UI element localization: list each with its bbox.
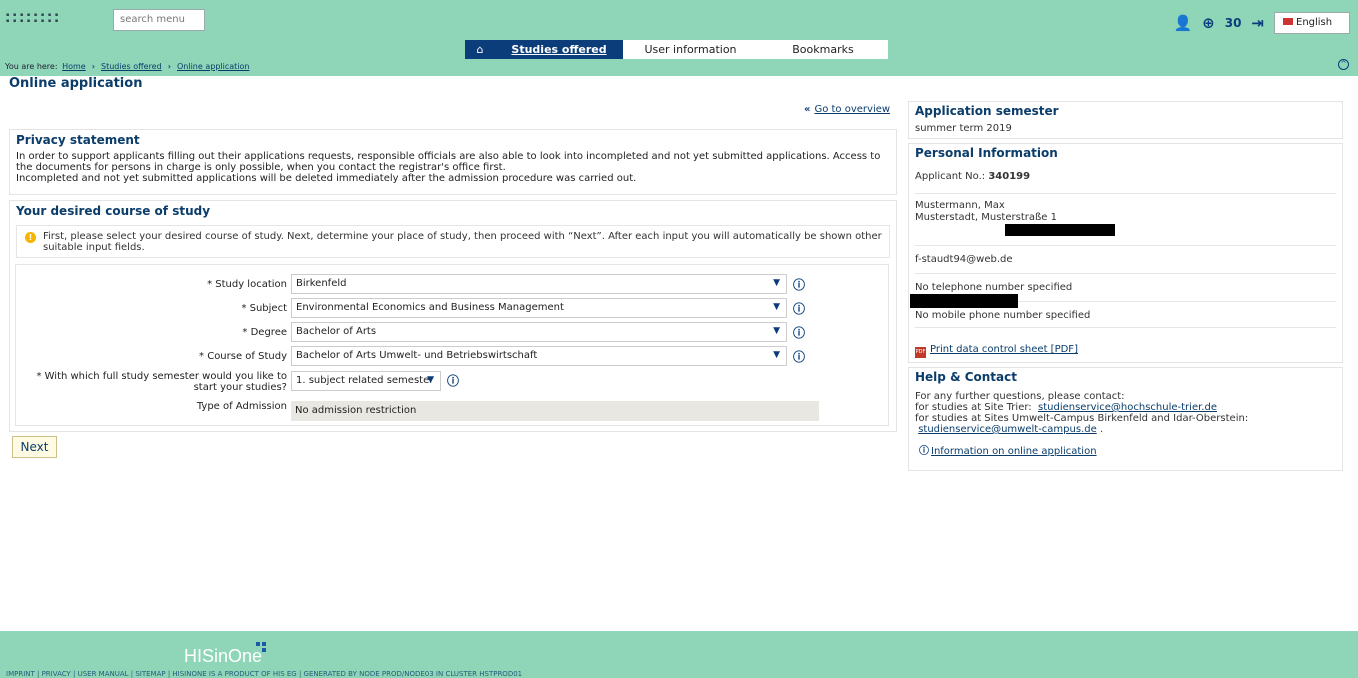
personal-information-panel: Personal Information Applicant No.: 3401…	[908, 143, 1343, 363]
pdf-icon: PDF	[915, 347, 926, 358]
help-text: For any further questions, please contac…	[915, 391, 1249, 435]
print-sheet-link[interactable]: PDF Print data control sheet [PDF]	[915, 328, 1336, 358]
breadcrumb-studies-offered[interactable]: Studies offered	[101, 62, 162, 71]
study-location-label: * Study location	[207, 278, 287, 290]
info-icon[interactable]: ⓘ	[793, 348, 805, 365]
degree-select[interactable]: Bachelor of Arts ▼	[291, 322, 787, 342]
privacy-title: Privacy statement	[16, 133, 140, 147]
application-semester-value: summer term 2019	[915, 123, 1012, 134]
application-semester-title: Application semester	[915, 104, 1059, 118]
breadcrumb: You are here: Home › Studies offered › Onlin…	[5, 62, 250, 71]
info-icon[interactable]: ⓘ	[793, 276, 805, 293]
university-logo[interactable]: ▪ ▪ ▪ ▪ ▪ ▪ ▪ ▪ ▪ ▪ ▪ ▪ ▪ ▪ ▪ ▪	[6, 12, 106, 34]
chevron-down-icon: ▼	[773, 302, 780, 312]
info-icon[interactable]: ⓘ	[793, 324, 805, 341]
points-count: 30	[1224, 16, 1242, 30]
subject-label: * Subject	[241, 302, 287, 314]
subject-select[interactable]: Environmental Economics and Business Man…	[291, 298, 787, 318]
semester-select[interactable]: 1. subject related semester ▼	[291, 371, 441, 391]
points-icon[interactable]: ⊕	[1202, 14, 1215, 32]
trier-email-link[interactable]: studienservice@hochschule-trier.de	[1038, 402, 1217, 413]
footer: HISinOne IMPRINT | PRIVACY | USER MANUAL…	[0, 631, 1358, 678]
personal-information-title: Personal Information	[915, 146, 1058, 160]
course-of-study-select[interactable]: Bachelor of Arts Umwelt- und Betriebswir…	[291, 346, 787, 366]
go-to-overview-link[interactable]: «Go to overview	[804, 104, 890, 115]
main-nav: ⌂ Studies offered User information Bookm…	[465, 40, 888, 59]
help-contact-panel: Help & Contact For any further questions…	[908, 367, 1343, 471]
chevron-right-icon: ›	[167, 62, 171, 71]
user-icon[interactable]: 👤	[1173, 14, 1192, 32]
mobile-block: No mobile phone number specified	[910, 294, 1336, 328]
help-title: Help & Contact	[915, 370, 1017, 384]
header-bar: ▪ ▪ ▪ ▪ ▪ ▪ ▪ ▪ ▪ ▪ ▪ ▪ ▪ ▪ ▪ ▪ search me…	[0, 0, 1358, 76]
language-selector[interactable]: English	[1274, 12, 1350, 34]
chevron-down-icon: ▼	[773, 350, 780, 360]
footer-links[interactable]: IMPRINT | PRIVACY | USER MANUAL | SITEMA…	[6, 670, 522, 678]
next-button[interactable]: Next	[12, 436, 57, 458]
semester-label: * With which full study semester would y…	[36, 371, 287, 393]
course-section: Your desired course of study ! First, pl…	[9, 200, 897, 432]
admission-type-value: No admission restriction	[291, 401, 819, 421]
home-icon[interactable]: ⌂	[465, 40, 495, 59]
address-block: Mustermann, Max Musterstadt, Musterstraß…	[915, 194, 1336, 246]
info-icon: ⓘ	[919, 446, 929, 457]
admission-type-label: Type of Admission	[196, 401, 287, 412]
page-title: Online application	[9, 76, 143, 91]
applicant-number: Applicant No.: 340199	[915, 160, 1336, 194]
info-icon[interactable]: ⓘ	[793, 300, 805, 317]
privacy-statement: Privacy statement In order to support ap…	[9, 129, 897, 195]
redacted-block	[910, 294, 1018, 308]
course-title: Your desired course of study	[16, 204, 211, 218]
collapse-header-icon[interactable]: ^	[1338, 59, 1349, 70]
privacy-text: In order to support applicants filling o…	[16, 151, 881, 173]
chevron-down-icon: ▼	[427, 375, 434, 385]
course-form: * Study location Birkenfeld ▼ ⓘ * Subject…	[15, 264, 889, 426]
hint-box: ! First, please select your desired cour…	[16, 225, 890, 258]
chevron-right-icon: ›	[91, 62, 96, 71]
logo-squares-icon	[256, 642, 266, 652]
degree-label: * Degree	[242, 326, 287, 338]
application-semester-panel: Application semester summer term 2019	[908, 101, 1343, 139]
chevron-down-icon: ▼	[773, 278, 780, 288]
search-input[interactable]: search menu	[113, 9, 205, 31]
info-link[interactable]: ⓘ Information on online application	[915, 442, 1336, 457]
redacted-block	[1005, 224, 1115, 236]
study-location-select[interactable]: Birkenfeld ▼	[291, 274, 787, 294]
birkenfeld-email-link[interactable]: studienservice@umwelt-campus.de	[918, 424, 1097, 435]
double-chevron-left-icon: «	[804, 104, 811, 115]
tab-user-information[interactable]: User information	[623, 40, 758, 59]
chevron-down-icon: ▼	[773, 326, 780, 336]
tab-bookmarks[interactable]: Bookmarks	[758, 40, 888, 59]
logout-icon[interactable]: ⇥	[1251, 14, 1264, 32]
uk-flag-icon	[1283, 18, 1293, 25]
course-of-study-label: * Course of Study	[199, 350, 287, 362]
info-icon[interactable]: ⓘ	[447, 372, 459, 389]
email-value: f-staudt94@web.de	[915, 246, 1336, 274]
hisinone-logo: HISinOne	[184, 642, 266, 667]
breadcrumb-home[interactable]: Home	[62, 62, 86, 71]
privacy-text-2: Incompleted and not yet submitted applic…	[16, 173, 637, 184]
breadcrumb-online-application[interactable]: Online application	[177, 62, 249, 71]
warning-icon: !	[25, 232, 36, 243]
tab-studies-offered[interactable]: Studies offered	[495, 40, 623, 59]
